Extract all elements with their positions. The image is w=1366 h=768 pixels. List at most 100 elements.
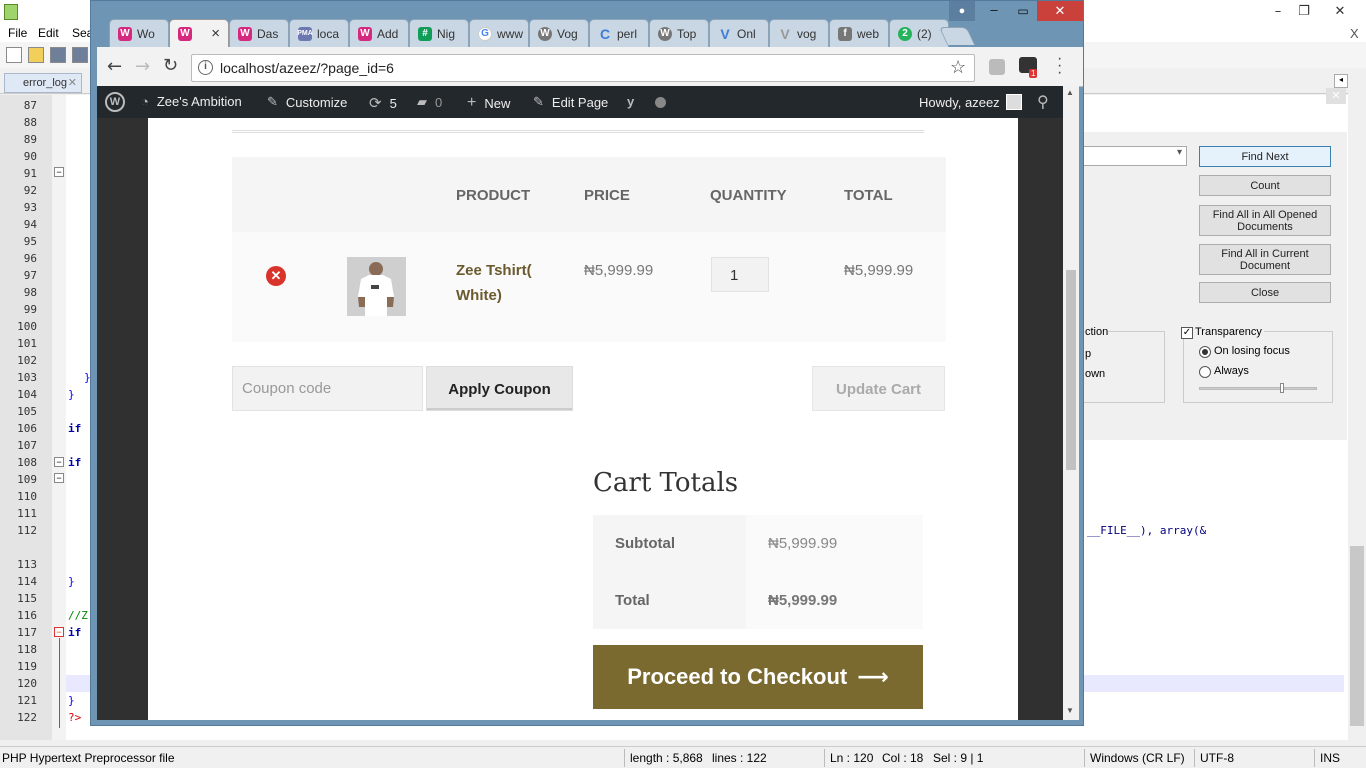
browser-tab[interactable]: Cperl: [589, 19, 649, 47]
browser-maximize-icon[interactable]: ▭: [1009, 1, 1037, 21]
code-line: if: [68, 626, 82, 639]
line-number: 87: [23, 99, 37, 112]
line-number: 100: [17, 320, 37, 333]
yoast-seo-icon[interactable]: y: [627, 94, 634, 109]
fold-toggle-icon[interactable]: −: [54, 457, 64, 467]
v-icon: V: [720, 25, 730, 42]
browser-tab[interactable]: Vvog: [769, 19, 829, 47]
file-tab-close-icon[interactable]: ✕: [68, 76, 77, 89]
browser-tab[interactable]: PMA loca: [289, 19, 349, 47]
browser-tab[interactable]: 2 (2): [889, 19, 949, 47]
code-line: }: [68, 388, 75, 401]
extension-icon[interactable]: [989, 59, 1005, 75]
browser-tab-active[interactable]: W ×: [169, 19, 229, 47]
file-tab-error-log[interactable]: error_log ✕: [4, 73, 82, 93]
find-dialog-close-icon[interactable]: ✕: [1326, 88, 1346, 104]
new-file-icon[interactable]: [6, 47, 22, 63]
save-icon[interactable]: [50, 47, 66, 63]
transparency-slider[interactable]: [1199, 387, 1317, 390]
page-info-icon[interactable]: i: [198, 60, 213, 75]
tab-scroll-left-icon[interactable]: ◂: [1334, 74, 1348, 88]
pencil-icon: ✎: [533, 94, 544, 109]
tab-close-icon[interactable]: ×: [211, 25, 220, 42]
bookmark-star-icon[interactable]: ☆: [950, 57, 966, 78]
spreadsheet-icon: #: [418, 26, 432, 41]
update-cart-button[interactable]: Update Cart: [812, 366, 945, 411]
browser-tab[interactable]: W Wo: [109, 19, 169, 47]
cart-page: PRODUCT PRICE QUANTITY TOTAL ✕ Zee Tshir…: [148, 118, 1018, 720]
on-losing-focus-radio[interactable]: [1199, 346, 1211, 358]
browser-tab[interactable]: W Top: [649, 19, 709, 47]
line-number: 104: [17, 388, 37, 401]
browser-tab[interactable]: Gwww: [469, 19, 529, 47]
updates-link[interactable]: ⟳ 5: [369, 94, 397, 112]
close-button[interactable]: Close: [1199, 282, 1331, 303]
comments-link[interactable]: ▰ 0: [417, 94, 442, 110]
menu-edit[interactable]: Edit: [38, 26, 59, 40]
new-label: New: [484, 95, 511, 111]
transparency-slider-thumb[interactable]: [1280, 383, 1284, 393]
browser-close-icon[interactable]: ✕: [1037, 1, 1083, 21]
open-file-icon[interactable]: [28, 47, 44, 63]
save-all-icon[interactable]: [72, 47, 88, 63]
mdi-close-icon[interactable]: X: [1350, 26, 1359, 41]
find-direction-select[interactable]: ▾: [1083, 146, 1187, 166]
editor-scrollbar[interactable]: [1348, 70, 1366, 740]
apply-coupon-button[interactable]: Apply Coupon: [426, 366, 573, 411]
browser-tabstrip: ● – ▭ ✕ W Wo W × W Das PMA loca W Add # Nig G…: [91, 1, 1083, 47]
browser-tab[interactable]: V Onl: [709, 19, 769, 47]
site-name-link[interactable]: ◔ Zee's Ambition: [141, 94, 242, 109]
browser-minimize-icon[interactable]: –: [979, 1, 1009, 21]
tab-title: (2): [917, 26, 932, 41]
new-content-link[interactable]: + New: [467, 94, 510, 112]
fold-toggle-icon[interactable]: −: [54, 167, 64, 177]
count-button[interactable]: Count: [1199, 175, 1331, 196]
url-text[interactable]: localhost/azeez/?page_id=6: [220, 60, 394, 76]
status-ln: Ln : 120: [830, 751, 874, 765]
scroll-down-icon[interactable]: ▼: [1066, 706, 1074, 715]
address-bar[interactable]: i localhost/azeez/?page_id=6 ☆: [191, 54, 975, 82]
page-scrollbar-thumb[interactable]: [1066, 270, 1076, 470]
browser-tab[interactable]: # Nig: [409, 19, 469, 47]
fold-toggle-icon[interactable]: −: [54, 473, 64, 483]
fold-toggle-icon[interactable]: −: [54, 627, 64, 637]
product-name-link[interactable]: Zee Tshirt( White): [456, 258, 532, 308]
line-number: 94: [23, 218, 37, 231]
chrome-menu-icon[interactable]: · · ·: [1057, 51, 1062, 81]
customize-link[interactable]: ✎ Customize: [267, 94, 347, 110]
find-all-opened-button[interactable]: Find All in All Opened Documents: [1199, 205, 1331, 236]
menu-file[interactable]: File: [8, 26, 27, 40]
browser-tab[interactable]: f web: [829, 19, 889, 47]
wordpress-admin-icon: W: [178, 26, 192, 41]
wp-logo-icon[interactable]: W: [105, 92, 125, 112]
page-scrollbar[interactable]: ▲ ▼: [1063, 86, 1079, 720]
always-radio[interactable]: [1199, 366, 1211, 378]
line-number: 97: [23, 269, 37, 282]
browser-tab[interactable]: W Add: [349, 19, 409, 47]
edit-page-link[interactable]: ✎ Edit Page: [533, 94, 608, 110]
wordpress-icon: W: [658, 26, 672, 41]
forward-icon[interactable]: →: [135, 56, 150, 77]
dashboard-icon: ◔: [141, 94, 149, 109]
browser-tab[interactable]: W Vog: [529, 19, 589, 47]
back-icon[interactable]: ←: [107, 56, 122, 77]
tab-title: Das: [257, 26, 279, 41]
remove-item-icon[interactable]: ✕: [266, 266, 286, 286]
scroll-up-icon[interactable]: ▲: [1066, 88, 1074, 97]
proceed-to-checkout-button[interactable]: Proceed to Checkout ⟶: [593, 645, 923, 709]
profile-icon[interactable]: ●: [949, 1, 975, 21]
my-account-link[interactable]: Howdy, azeez: [919, 94, 1022, 110]
notepadpp-close-icon[interactable]: ✕: [1318, 0, 1362, 22]
find-next-button[interactable]: Find Next: [1199, 146, 1331, 167]
reload-icon[interactable]: ↻: [163, 55, 178, 76]
browser-tab[interactable]: W Das: [229, 19, 289, 47]
whatsapp-icon: 2: [898, 26, 912, 41]
product-thumbnail[interactable]: [347, 257, 406, 316]
find-all-current-button[interactable]: Find All in Current Document: [1199, 244, 1331, 275]
search-icon[interactable]: ⚲: [1037, 92, 1049, 112]
direction-down-label: own: [1085, 368, 1106, 380]
transparency-checkbox[interactable]: ✓: [1181, 327, 1193, 339]
editor-scrollbar-thumb[interactable]: [1350, 546, 1364, 726]
coupon-code-input[interactable]: Coupon code: [232, 366, 423, 411]
quantity-input[interactable]: 1: [711, 257, 769, 292]
